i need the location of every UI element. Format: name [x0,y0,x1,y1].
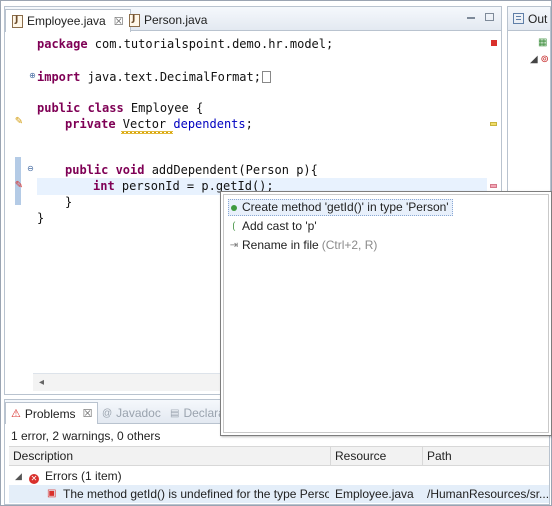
close-icon[interactable]: ☒ [83,407,93,420]
error-group-label: Errors (1 item) [45,469,122,483]
java-file-icon [12,14,23,28]
code-line-import: import java.text.DecimalFormat; [37,69,271,86]
javadoc-icon: @ [102,407,113,419]
code-line-package: package com.tutorialspoint.demo.hr.model… [37,37,334,51]
code-line-class: public class Employee { [37,101,204,115]
quick-fix-popup[interactable]: Create method 'getId()' in type 'Person'… [220,191,552,436]
tab-label: Javadoc [116,406,161,420]
cast-icon: ⟮ [232,220,236,232]
error-summary-icon[interactable] [491,40,497,46]
error-description: The method getId() is undefined for the … [63,487,329,501]
quick-fix-create-method[interactable]: Create method 'getId()' in type 'Person' [228,199,453,216]
quick-fix-label: Add cast to 'p' [242,219,317,233]
tab-employee-java[interactable]: Employee.java ☒ [5,9,131,32]
outline-view-icon [513,13,524,24]
tab-label: Employee.java [27,14,106,28]
error-resource: Employee.java [335,487,414,501]
editor-tabbar: Employee.java ☒ Person.java [5,7,501,32]
declaration-icon: ▤ [170,407,180,419]
column-description[interactable]: Description [9,447,331,466]
problems-summary: 1 error, 2 warnings, 0 others [11,429,161,443]
error-lightbulb-icon[interactable]: ✎ [13,180,25,192]
error-group-icon: ✕ [29,474,39,484]
warning-squiggle [121,131,173,134]
quick-fix-add-cast[interactable]: ⟮ Add cast to 'p' [229,218,317,235]
scroll-left-icon[interactable]: ◂ [39,377,44,388]
warning-marker[interactable] [490,122,497,126]
maximize-icon[interactable] [485,13,494,21]
collapse-fold-icon[interactable]: ⊖ [26,164,35,173]
error-path: /HumanResources/sr... [427,487,549,501]
outline-tabbar[interactable]: Out [508,7,550,31]
column-resource[interactable]: Resource [331,447,423,466]
quick-fix-list[interactable]: Create method 'getId()' in type 'Person'… [223,194,549,433]
error-marker[interactable] [490,184,497,188]
tab-problems[interactable]: ⚠ Problems ☒ [5,402,99,424]
minimize-icon[interactable] [467,17,475,19]
column-path[interactable]: Path [423,447,549,466]
class-node-icon[interactable]: ◢ ⊚ [530,54,549,65]
tab-person-java[interactable]: Person.java [123,9,213,31]
eclipse-window: Employee.java ☒ Person.java ⊕ ✎ ⊖ ✎ pack… [0,0,552,506]
green-dot-icon [231,204,237,211]
tab-label: Person.java [144,13,208,27]
problems-icon: ⚠ [11,408,21,420]
expand-arrow-icon[interactable]: ◢ [15,467,22,485]
error-group-row[interactable]: ◢ ✕ Errors (1 item) [9,467,549,485]
code-line-method: public void addDependent(Person p){ [65,163,318,177]
code-line-close-method: } [65,195,73,209]
quick-fix-label: Rename in file [242,238,319,252]
expand-fold-icon[interactable]: ⊕ [28,71,37,80]
code-line-close-class: } [37,211,45,225]
tab-javadoc[interactable]: @ Javadoc [97,403,166,423]
tab-label: Problems [24,406,76,421]
problems-table-header: Description Resource Path [9,446,549,466]
folded-block-icon[interactable] [261,71,271,83]
rename-icon: ⇥ [229,239,239,251]
java-file-icon [129,13,140,27]
shortcut-hint: (Ctrl+2, R) [321,238,378,252]
quick-fix-label: Create method 'getId()' in type 'Person' [242,200,449,214]
table-row[interactable]: ▣ The method getId() is undefined for th… [9,485,549,503]
outline-tab-label: Out [528,11,548,26]
warning-lightbulb-icon[interactable]: ✎ [13,116,25,128]
quick-fix-rename-in-file[interactable]: ⇥ Rename in file (Ctrl+2, R) [229,237,378,254]
error-marker-icon: ▣ [47,488,57,499]
package-node-icon[interactable]: ▦ [538,37,547,48]
